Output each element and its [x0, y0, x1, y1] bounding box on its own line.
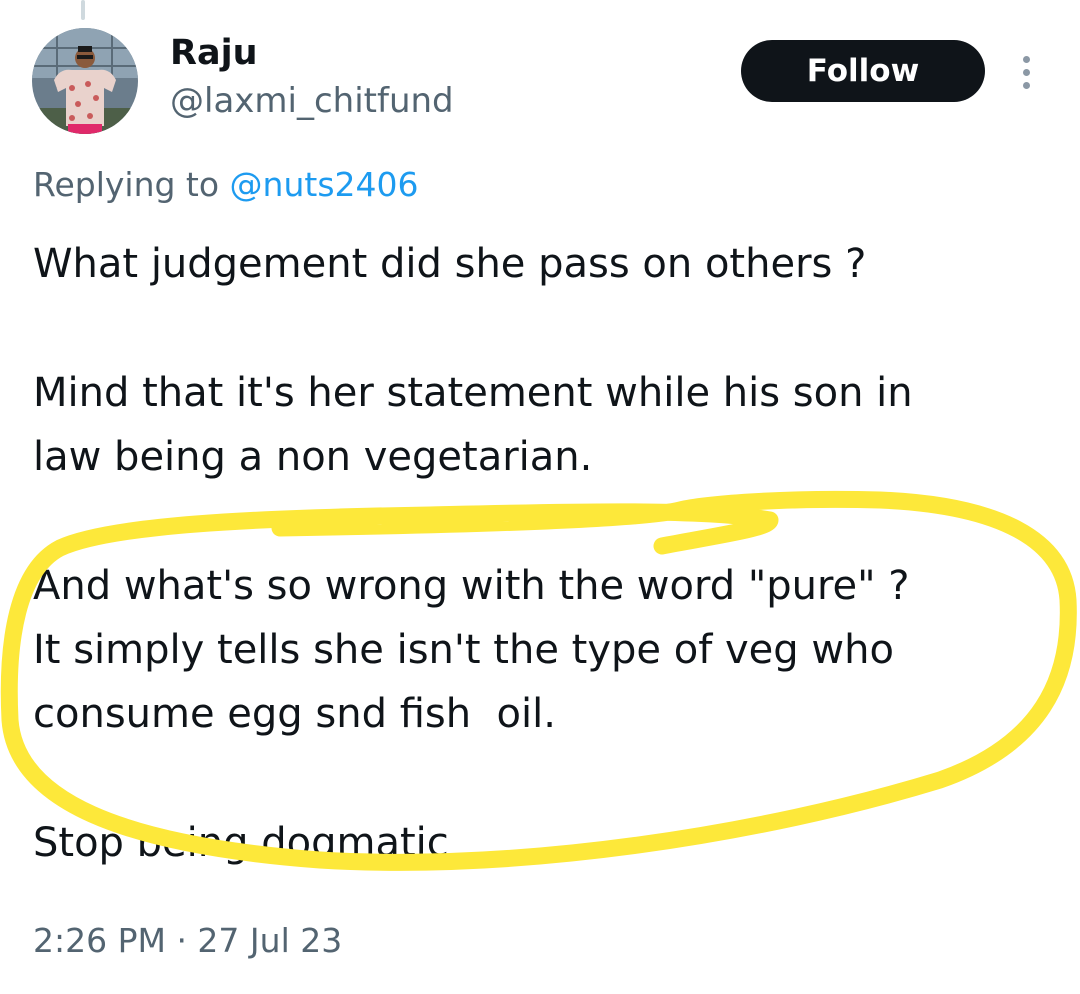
tweet-text: What judgement did she pass on others ? … — [33, 232, 1053, 875]
avatar-photo — [32, 28, 138, 134]
tweet-text-line: What judgement did she pass on others ? — [33, 241, 867, 287]
display-name[interactable]: Raju — [170, 30, 257, 76]
replying-to-label: Replying to — [33, 165, 220, 204]
replying-to-mention-link[interactable]: @nuts2406 — [230, 165, 419, 204]
avatar[interactable] — [32, 28, 138, 134]
more-vertical-icon[interactable] — [1010, 50, 1042, 94]
tweet-text-line: And what's so wrong with the word "pure"… — [33, 563, 910, 609]
tweet-text-line: Mind that it's her statement while his s… — [33, 370, 913, 416]
tweet-text-line: Stop being dogmatic — [33, 820, 449, 866]
tweet-text-line: law being a non vegetarian. — [33, 434, 593, 480]
follow-button[interactable]: Follow — [741, 40, 985, 102]
replying-to-line: Replying to @nuts2406 — [33, 162, 419, 208]
thread-connector-line — [81, 0, 85, 20]
user-handle[interactable]: @laxmi_chitfund — [170, 78, 454, 124]
tweet-text-line: consume egg snd fish oil. — [33, 691, 556, 737]
tweet-text-line: It simply tells she isn't the type of ve… — [33, 627, 894, 673]
tweet-timestamp[interactable]: 2:26 PM · 27 Jul 23 — [33, 918, 342, 964]
